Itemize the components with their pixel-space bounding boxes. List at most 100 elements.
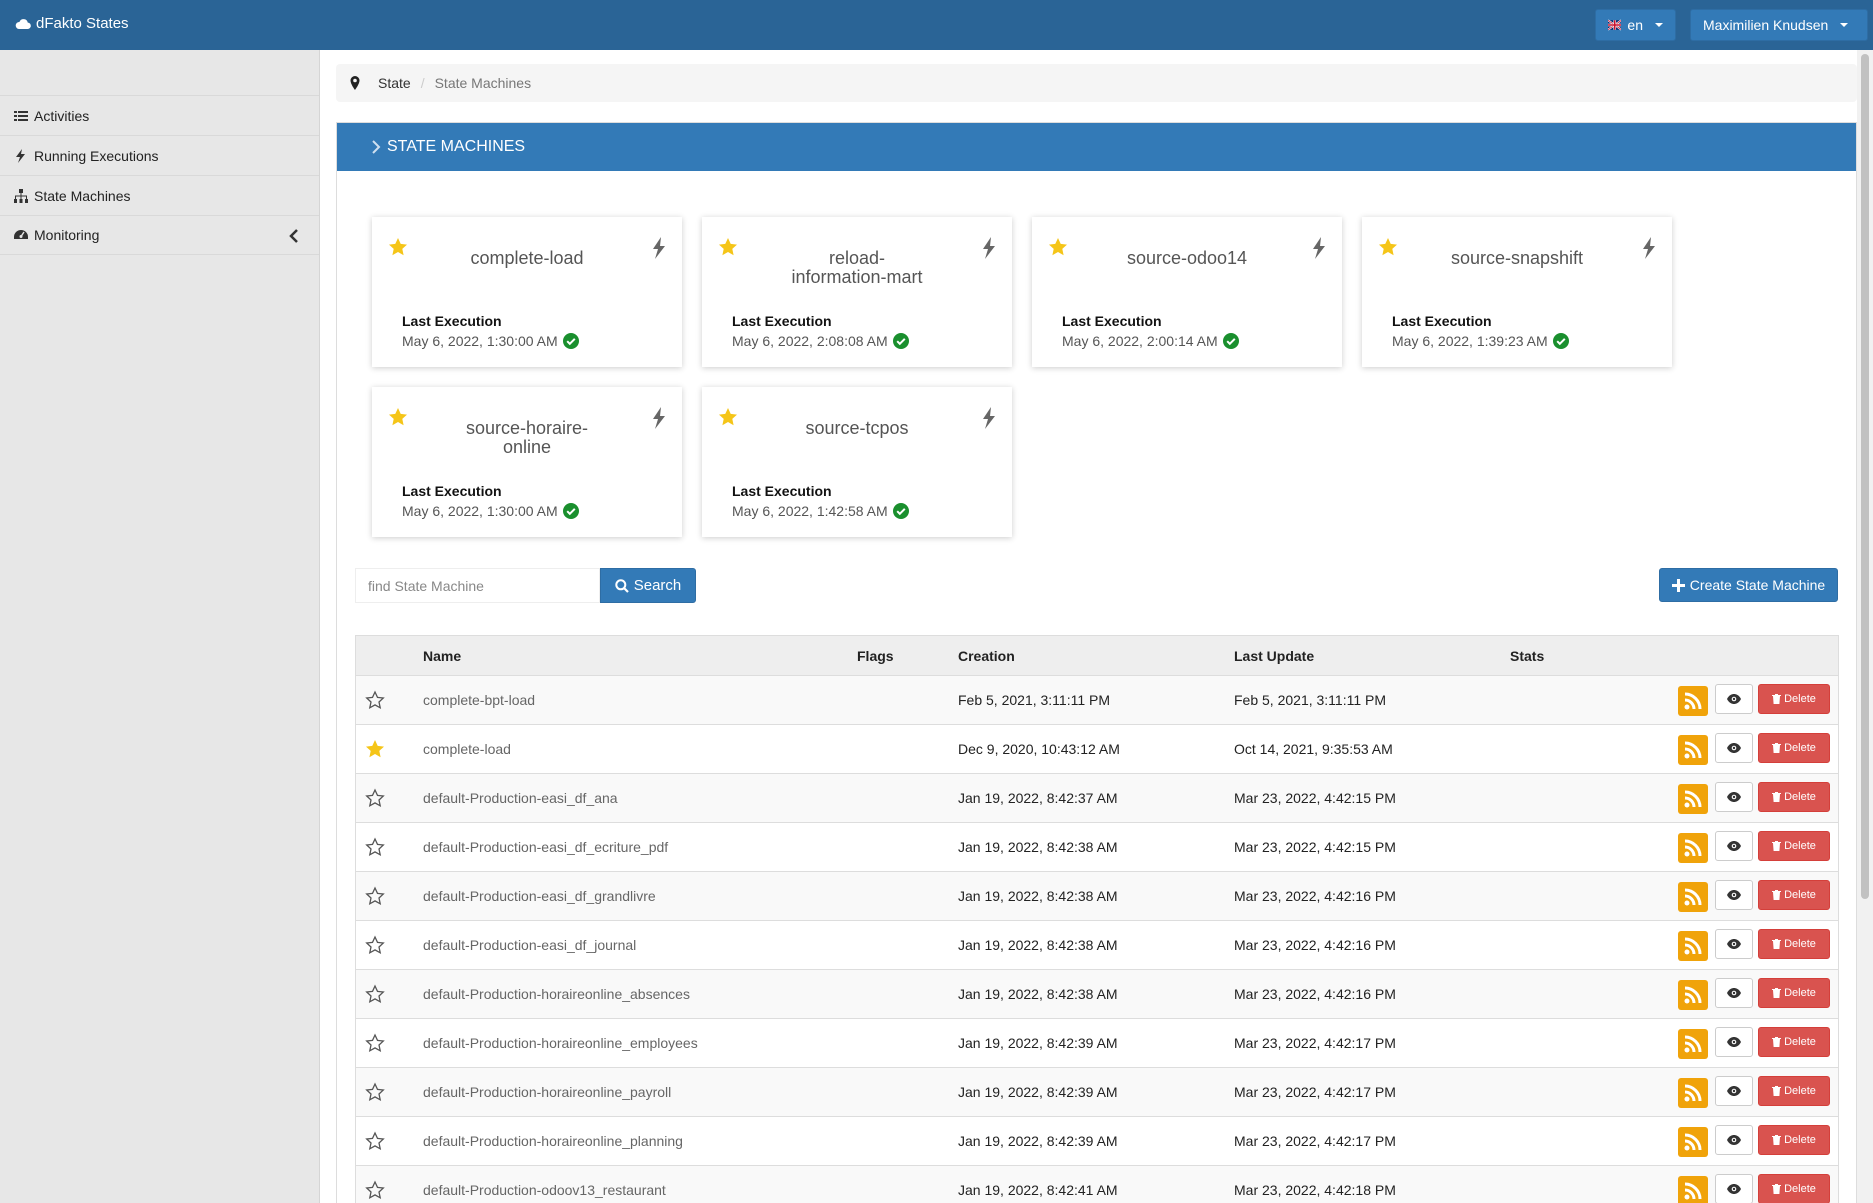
rss-button[interactable] — [1678, 1029, 1708, 1059]
rss-button[interactable] — [1678, 686, 1708, 716]
card-title[interactable]: source-horaire- online — [422, 419, 632, 457]
row-name[interactable]: default-Production-odoov13_restaurant — [423, 1182, 666, 1198]
view-button[interactable] — [1715, 978, 1753, 1008]
row-name[interactable]: default-Production-horaireonline_employe… — [423, 1035, 698, 1051]
card-title[interactable]: source-snapshift — [1412, 249, 1622, 268]
view-button[interactable] — [1715, 1027, 1753, 1057]
bolt-icon[interactable] — [652, 237, 666, 259]
brand[interactable]: dFakto States — [15, 15, 129, 32]
star-empty-icon[interactable] — [365, 1180, 385, 1200]
table-row[interactable]: default-Production-easi_df_ecriture_pdf J… — [356, 823, 1838, 872]
card-title[interactable]: source-tcpos — [752, 419, 962, 438]
star-filled-icon[interactable] — [388, 407, 408, 427]
rss-button[interactable] — [1678, 980, 1708, 1010]
delete-button[interactable]: Delete — [1758, 1125, 1830, 1155]
column-header-last-update[interactable]: Last Update — [1234, 648, 1314, 664]
table-row[interactable]: default-Production-easi_df_grandlivre Jan… — [356, 872, 1838, 921]
table-row[interactable]: default-Production-easi_df_journal Jan 19… — [356, 921, 1838, 970]
view-button[interactable] — [1715, 733, 1753, 763]
view-button[interactable] — [1715, 1076, 1753, 1106]
row-name[interactable]: default-Production-easi_df_journal — [423, 937, 636, 953]
star-filled-icon[interactable] — [388, 237, 408, 257]
rss-button[interactable] — [1678, 1127, 1708, 1157]
row-name[interactable]: default-Production-easi_df_ana — [423, 790, 618, 806]
view-button[interactable] — [1715, 880, 1753, 910]
delete-button[interactable]: Delete — [1758, 1027, 1830, 1057]
table-row[interactable]: default-Production-odoov13_restaurant Jan… — [356, 1166, 1838, 1203]
view-button[interactable] — [1715, 831, 1753, 861]
rss-button[interactable] — [1678, 735, 1708, 765]
view-button[interactable] — [1715, 929, 1753, 959]
star-empty-icon[interactable] — [365, 788, 385, 808]
card-title[interactable]: source-odoo14 — [1082, 249, 1292, 268]
breadcrumb-state[interactable]: State — [378, 75, 411, 91]
table-row[interactable]: default-Production-horaireonline_plannin… — [356, 1117, 1838, 1166]
card-title[interactable]: reload- information-mart — [752, 249, 962, 287]
column-header-creation[interactable]: Creation — [958, 648, 1015, 664]
star-empty-icon[interactable] — [365, 690, 385, 710]
rss-button[interactable] — [1678, 1078, 1708, 1108]
bolt-icon[interactable] — [982, 407, 996, 429]
view-button[interactable] — [1715, 1125, 1753, 1155]
star-empty-icon[interactable] — [365, 1131, 385, 1151]
rss-button[interactable] — [1678, 784, 1708, 814]
table-row[interactable]: default-Production-horaireonline_payroll… — [356, 1068, 1838, 1117]
star-empty-icon[interactable] — [365, 935, 385, 955]
star-filled-icon[interactable] — [718, 237, 738, 257]
delete-button[interactable]: Delete — [1758, 880, 1830, 910]
chevron-left-icon[interactable] — [289, 228, 299, 244]
delete-button[interactable]: Delete — [1758, 782, 1830, 812]
star-empty-icon[interactable] — [365, 886, 385, 906]
favorite-card[interactable]: reload- information-mart Last Execution Ma… — [702, 217, 1012, 367]
favorite-card[interactable]: source-snapshift Last Execution May 6, 202… — [1362, 217, 1672, 367]
view-button[interactable] — [1715, 684, 1753, 714]
star-filled-icon[interactable] — [1378, 237, 1398, 257]
table-row[interactable]: complete-bpt-load Feb 5, 2021, 3:11:11 PM… — [356, 676, 1838, 725]
favorite-card[interactable]: source-tcpos Last Execution May 6, 2022, 1… — [702, 387, 1012, 537]
delete-button[interactable]: Delete — [1758, 978, 1830, 1008]
favorite-card[interactable]: complete-load Last Execution May 6, 2022, … — [372, 217, 682, 367]
table-row[interactable]: default-Production-horaireonline_absence… — [356, 970, 1838, 1019]
star-filled-icon[interactable] — [365, 739, 385, 759]
bolt-icon[interactable] — [652, 407, 666, 429]
row-name[interactable]: default-Production-easi_df_grandlivre — [423, 888, 656, 904]
delete-button[interactable]: Delete — [1758, 1174, 1830, 1203]
column-header-stats[interactable]: Stats — [1510, 648, 1544, 664]
view-button[interactable] — [1715, 1174, 1753, 1203]
rss-button[interactable] — [1678, 931, 1708, 961]
delete-button[interactable]: Delete — [1758, 684, 1830, 714]
favorite-card[interactable]: source-odoo14 Last Execution May 6, 2022, … — [1032, 217, 1342, 367]
table-row[interactable]: default-Production-easi_df_ana Jan 19, 20… — [356, 774, 1838, 823]
create-state-machine-button[interactable]: Create State Machine — [1659, 568, 1838, 602]
delete-button[interactable]: Delete — [1758, 1076, 1830, 1106]
rss-button[interactable] — [1678, 1176, 1708, 1203]
row-name[interactable]: complete-load — [423, 741, 511, 757]
search-button[interactable]: Search — [600, 568, 696, 603]
view-button[interactable] — [1715, 782, 1753, 812]
delete-button[interactable]: Delete — [1758, 929, 1830, 959]
column-header-name[interactable]: Name — [423, 648, 461, 664]
table-row[interactable]: default-Production-horaireonline_employe… — [356, 1019, 1838, 1068]
page-scrollbar[interactable] — [1857, 50, 1873, 1203]
rss-button[interactable] — [1678, 833, 1708, 863]
rss-button[interactable] — [1678, 882, 1708, 912]
star-empty-icon[interactable] — [365, 1033, 385, 1053]
star-empty-icon[interactable] — [365, 837, 385, 857]
bolt-icon[interactable] — [982, 237, 996, 259]
row-name[interactable]: default-Production-horaireonline_absence… — [423, 986, 690, 1002]
sidebar-item-state-machines[interactable]: State Machines — [0, 175, 319, 215]
row-name[interactable]: default-Production-horaireonline_plannin… — [423, 1133, 683, 1149]
star-empty-icon[interactable] — [365, 984, 385, 1004]
search-input[interactable] — [355, 568, 600, 603]
card-title[interactable]: complete-load — [422, 249, 632, 268]
column-header-flags[interactable]: Flags — [857, 648, 894, 664]
delete-button[interactable]: Delete — [1758, 831, 1830, 861]
bolt-icon[interactable] — [1312, 237, 1326, 259]
favorite-card[interactable]: source-horaire- online Last Execution May … — [372, 387, 682, 537]
delete-button[interactable]: Delete — [1758, 733, 1830, 763]
sidebar-item-activities[interactable]: Activities — [0, 95, 319, 135]
sidebar-item-monitoring[interactable]: Monitoring — [0, 215, 319, 255]
row-name[interactable]: complete-bpt-load — [423, 692, 535, 708]
scrollbar-thumb[interactable] — [1861, 54, 1869, 899]
star-filled-icon[interactable] — [718, 407, 738, 427]
